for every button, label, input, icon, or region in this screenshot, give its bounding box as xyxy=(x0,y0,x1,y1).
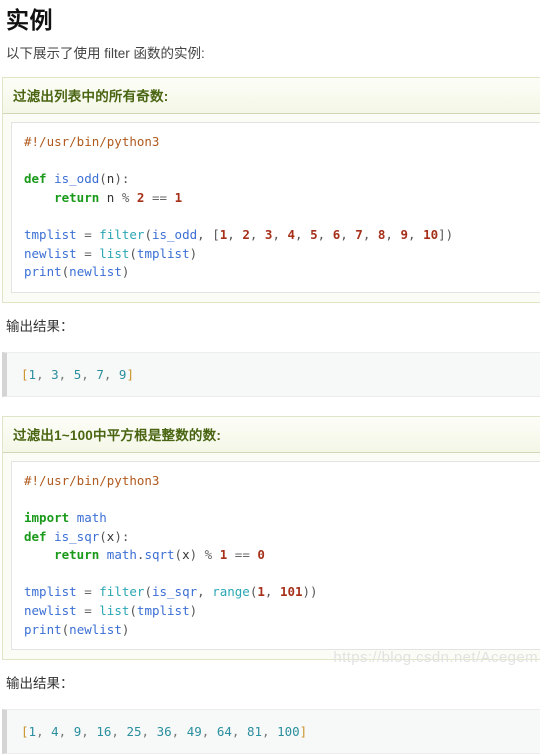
output-block-2: [1, 4, 9, 16, 25, 36, 49, 64, 81, 100] xyxy=(2,709,540,754)
example-box-1: 过滤出列表中的所有奇数: #!/usr/bin/python3 def is_o… xyxy=(2,77,540,303)
output-text-2: [1, 4, 9, 16, 25, 36, 49, 64, 81, 100] xyxy=(21,724,308,740)
intro-paragraph: 以下展示了使用 filter 函数的实例: xyxy=(6,46,205,61)
output-block-1: [1, 3, 5, 7, 9] xyxy=(2,351,540,397)
output-label-2: 输出结果： xyxy=(6,676,74,692)
example-body-1: #!/usr/bin/python3 def is_odd(n): return… xyxy=(3,114,540,302)
example-body-2: #!/usr/bin/python3 import math def is_sq… xyxy=(3,452,540,660)
code-text-1: #!/usr/bin/python3 def is_odd(n): return… xyxy=(24,134,454,280)
example-box-2: 过滤出1~100中平方根是整数的数: #!/usr/bin/python3 im… xyxy=(2,415,540,661)
code-block-2[interactable]: #!/usr/bin/python3 import math def is_sq… xyxy=(11,460,540,651)
page-title: 实例 xyxy=(6,7,53,33)
example-heading-1: 过滤出列表中的所有奇数: xyxy=(3,78,540,114)
code-block-1[interactable]: #!/usr/bin/python3 def is_odd(n): return… xyxy=(11,122,540,293)
example-heading-2: 过滤出1~100中平方根是整数的数: xyxy=(3,416,540,453)
code-text-2: #!/usr/bin/python3 import math def is_sq… xyxy=(24,472,318,637)
article-page: 实例 以下展示了使用 filter 函数的实例: 过滤出列表中的所有奇数: #!… xyxy=(0,6,542,754)
output-text-1: [1, 3, 5, 7, 9] xyxy=(21,366,134,382)
output-label-1: 输出结果： xyxy=(6,318,74,334)
